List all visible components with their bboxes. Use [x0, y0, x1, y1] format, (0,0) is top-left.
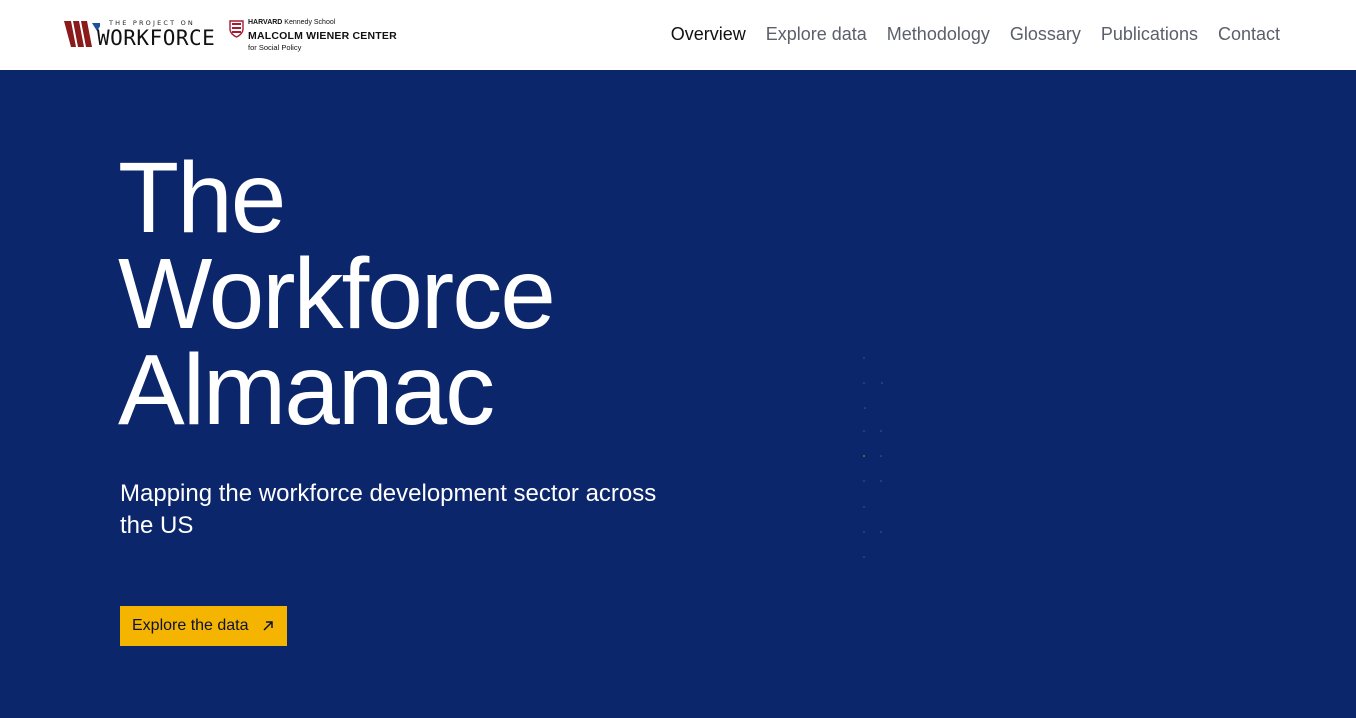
hks-line1-rest: Kennedy School: [282, 19, 336, 26]
hks-line1: HARVARD Kennedy School: [248, 19, 335, 26]
decorative-dots: [863, 357, 883, 558]
hero-subtitle: Mapping the workforce development sector…: [120, 480, 657, 539]
harvard-shield-icon: [229, 20, 244, 38]
nav-glossary[interactable]: Glossary: [1010, 22, 1081, 46]
site-header: THE PROJECT ON WORKFORCE HARVARD Kennedy…: [0, 0, 1356, 70]
title-line-1: The: [118, 142, 286, 254]
title-line-3: Almanac: [118, 334, 495, 446]
page-title: The Workforce Almanac: [118, 142, 556, 446]
explore-the-data-button[interactable]: Explore the data: [120, 606, 287, 646]
hks-line3: for Social Policy: [248, 43, 302, 52]
main-nav: Overview Explore data Methodology Glossa…: [651, 22, 1280, 46]
title-line-2: Workforce: [118, 238, 556, 350]
nav-methodology[interactable]: Methodology: [887, 22, 990, 46]
nav-contact[interactable]: Contact: [1218, 22, 1280, 46]
nav-overview[interactable]: Overview: [671, 22, 746, 46]
project-on-workforce-logo[interactable]: THE PROJECT ON WORKFORCE: [64, 19, 216, 49]
nav-explore-data[interactable]: Explore data: [766, 22, 867, 46]
nav-publications[interactable]: Publications: [1101, 22, 1198, 46]
hks-wiener-center-logo[interactable]: HARVARD Kennedy School MALCOLM WIENER CE…: [229, 19, 397, 53]
hks-line1-bold: HARVARD: [248, 19, 283, 26]
logo-big-text: WORKFORCE: [97, 26, 216, 50]
cta-label: Explore the data: [132, 617, 249, 634]
workforce-w-mark-icon: [64, 21, 100, 47]
arrow-up-right-icon: [263, 621, 273, 631]
hks-line2: MALCOLM WIENER CENTER: [248, 30, 397, 42]
